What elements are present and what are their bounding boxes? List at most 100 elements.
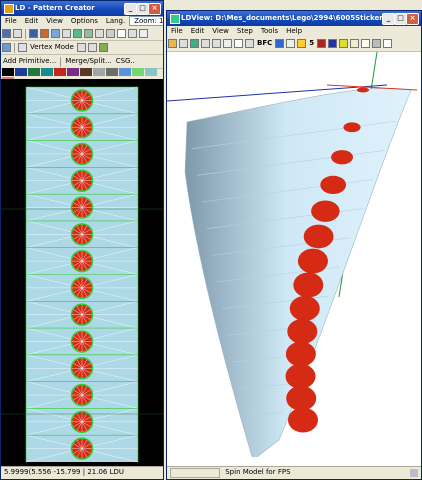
settings-icon[interactable] [372, 39, 382, 48]
grid-icon[interactable] [73, 29, 82, 38]
menu-edit[interactable]: Edit [21, 17, 43, 25]
cursor-icon[interactable] [18, 43, 27, 52]
stud-icon[interactable] [350, 39, 360, 48]
red-dot [303, 224, 334, 249]
scale-icon[interactable] [62, 29, 71, 38]
menu-file[interactable]: File [1, 17, 21, 25]
ldview-toolbar: BFC 5 [167, 37, 421, 52]
zoom-dropdown[interactable]: Zoom: 1% [129, 16, 163, 26]
color-swatch[interactable] [67, 68, 79, 76]
color-swatch[interactable] [15, 68, 27, 76]
pattern-creator-titlebar[interactable]: LD - Pattern Creator _ □ × [1, 1, 163, 16]
pattern-segment [25, 247, 139, 275]
menu-file[interactable]: File [167, 27, 187, 35]
color-swatch[interactable] [54, 68, 66, 76]
vertex-tool-icon[interactable] [2, 43, 11, 52]
pattern-segment [25, 86, 139, 115]
snapshot-icon[interactable] [179, 39, 188, 48]
menu-edit[interactable]: Edit [187, 27, 209, 35]
color-swatch[interactable] [145, 68, 157, 76]
pattern-creator-window: LD - Pattern Creator _ □ × File Edit View O… [0, 0, 164, 480]
view-angle-icon[interactable] [212, 39, 221, 48]
ldview-statusbar: Spin Model for FPS [167, 466, 421, 479]
transparency-icon[interactable] [383, 39, 393, 48]
gear-icon[interactable] [297, 39, 307, 48]
open-icon[interactable] [168, 39, 177, 48]
pattern-creator-title: LD - Pattern Creator [15, 4, 95, 12]
red-dot [357, 87, 369, 93]
menu-view[interactable]: View [42, 17, 67, 25]
pattern-segment [25, 193, 139, 222]
red-dot [285, 363, 316, 389]
close-button[interactable]: × [406, 13, 419, 25]
cut-icon[interactable] [106, 29, 115, 38]
vertex-mode-dropdown[interactable]: Vertex Mode [28, 41, 76, 54]
texture-icon[interactable] [98, 43, 108, 52]
bfc-toggle[interactable]: BFC [255, 37, 274, 50]
person-icon[interactable] [275, 39, 285, 48]
pattern-creator-toolbar-2: Vertex Mode [1, 41, 163, 55]
red-dot [293, 272, 324, 298]
menu-help[interactable]: Help [282, 27, 306, 35]
move-icon[interactable] [40, 29, 49, 38]
menu-options[interactable]: Options [67, 17, 102, 25]
image-icon[interactable] [84, 29, 93, 38]
fullscreen-icon[interactable] [201, 39, 210, 48]
zoom-to-fit-icon[interactable] [223, 39, 232, 48]
separator [25, 29, 26, 39]
seams-icon[interactable] [245, 39, 254, 48]
resize-grip-icon[interactable] [410, 469, 418, 477]
red-dot [297, 248, 328, 274]
app-icon [4, 4, 14, 14]
color-palette [1, 67, 163, 85]
color-swatch[interactable] [80, 68, 92, 76]
rotate-icon[interactable] [51, 29, 60, 38]
color-swatch[interactable] [93, 68, 105, 76]
red-dot [320, 175, 347, 195]
red-dot [343, 122, 361, 133]
color-swatch[interactable] [132, 68, 144, 76]
pattern-canvas[interactable] [1, 79, 163, 466]
menu-tools[interactable]: Tools [257, 27, 282, 35]
pattern-segment [25, 274, 139, 302]
color-icon[interactable] [317, 39, 327, 48]
pattern-segment [25, 220, 139, 248]
status-message: Spin Model for FPS [225, 468, 291, 476]
model-view [167, 51, 418, 461]
ldview-titlebar[interactable]: LDView: D:\Mes_documents\Lego\2994\6005S… [167, 11, 421, 26]
pattern-segment [25, 408, 139, 436]
pattern-creator-toolbar-1 [1, 27, 163, 41]
red-dot [287, 318, 318, 344]
split-icon[interactable] [87, 43, 97, 52]
copy-icon[interactable] [139, 29, 148, 38]
select-icon[interactable] [29, 29, 38, 38]
menu-step[interactable]: Step [233, 27, 257, 35]
menu-lang[interactable]: Lang. [102, 17, 129, 25]
color-swatch[interactable] [2, 68, 14, 76]
close-button[interactable]: × [148, 3, 161, 15]
lightbulb-icon[interactable] [361, 39, 371, 48]
save-icon[interactable] [2, 29, 11, 38]
menu-view[interactable]: View [208, 27, 233, 35]
app-icon [170, 14, 180, 24]
wand-icon[interactable] [95, 29, 104, 38]
reload-icon[interactable] [190, 39, 199, 48]
reset-icon[interactable] [128, 29, 137, 38]
effects-icon[interactable] [286, 39, 296, 48]
ldview-menubar: File Edit View Step Tools Help [167, 26, 421, 37]
print-icon[interactable] [13, 29, 22, 38]
paint-icon[interactable] [76, 43, 86, 52]
color-swatch[interactable] [41, 68, 53, 76]
pattern-segment [25, 381, 139, 409]
color-swatch[interactable] [119, 68, 131, 76]
separator [60, 57, 62, 67]
color-swatch[interactable] [28, 68, 40, 76]
sphere-icon[interactable] [328, 39, 338, 48]
color-swatch[interactable] [106, 68, 118, 76]
step-number[interactable]: 5 [307, 37, 316, 50]
paint-icon[interactable] [339, 39, 349, 48]
magnet-icon[interactable] [117, 29, 126, 38]
wireframe-icon[interactable] [234, 39, 243, 48]
ldview-3d-viewport[interactable] [167, 51, 421, 461]
ldview-window: LDView: D:\Mes_documents\Lego\2994\6005S… [166, 10, 422, 480]
